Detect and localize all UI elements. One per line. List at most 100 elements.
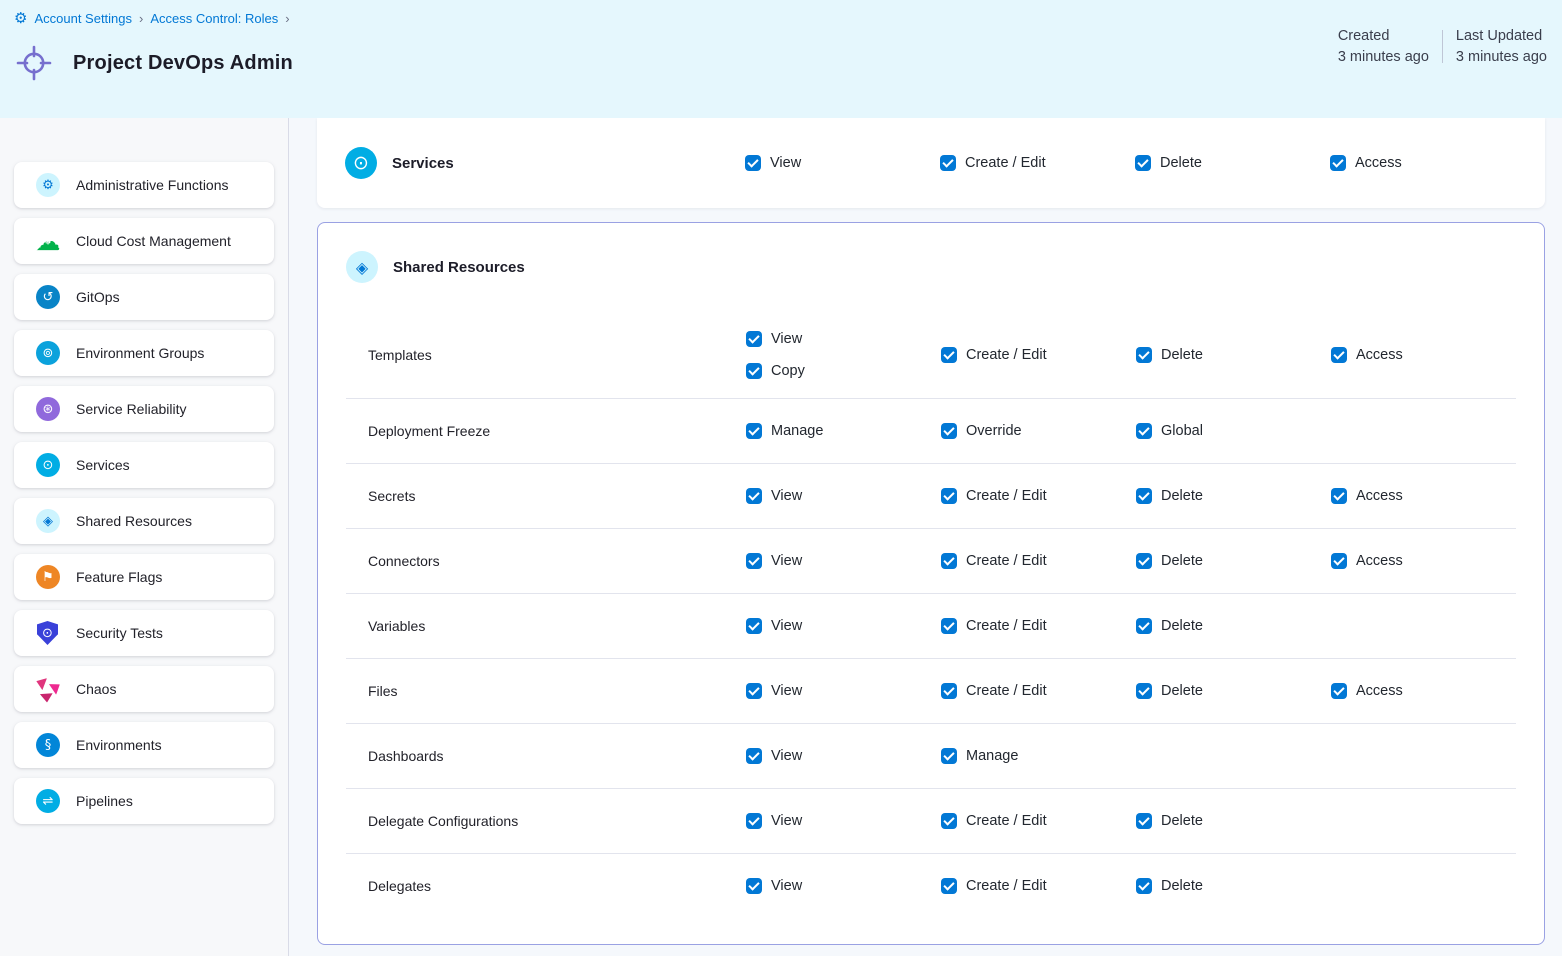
- sidebar-item-administrative-functions[interactable]: ⚙Administrative Functions: [14, 162, 274, 208]
- sidebar-item-cloud-cost-management[interactable]: ☁$Cloud Cost Management: [14, 218, 274, 264]
- permission-view: View: [745, 155, 940, 171]
- permissions-panel: ⊙ Services View Create / Edit Delete Acc…: [289, 118, 1562, 956]
- permission-cell: ViewCopy: [746, 331, 941, 379]
- checkbox-access[interactable]: [1331, 488, 1347, 504]
- checkbox-view[interactable]: [746, 618, 762, 634]
- checkbox-access[interactable]: [1331, 553, 1347, 569]
- checkbox-delete[interactable]: [1136, 618, 1152, 634]
- checkbox-label: Create / Edit: [965, 155, 1046, 171]
- checkbox-label: Create / Edit: [966, 488, 1047, 504]
- sidebar-item-services[interactable]: ⊙Services: [14, 442, 274, 488]
- sidebar-item-environment-groups[interactable]: ⊚Environment Groups: [14, 330, 274, 376]
- checkbox-view[interactable]: [746, 488, 762, 504]
- services-col-4: Access: [1330, 155, 1545, 171]
- sidebar-item-security-tests[interactable]: ⊙Security Tests: [14, 610, 274, 656]
- meta-divider: [1442, 30, 1443, 63]
- chaos-triangle: [46, 680, 61, 695]
- meta-label: Created: [1338, 28, 1429, 44]
- checkbox-manage[interactable]: [941, 748, 957, 764]
- sidebar-item-label: GitOps: [76, 289, 120, 305]
- checkbox-delete[interactable]: [1136, 813, 1152, 829]
- row-label: Files: [368, 683, 746, 699]
- checkbox-create-edit[interactable]: [941, 488, 957, 504]
- checkbox-create-edit[interactable]: [941, 618, 957, 634]
- sidebar-item-label: Environments: [76, 737, 162, 753]
- chaos-triangle: [40, 688, 55, 703]
- permission-cell: Delete: [1136, 813, 1331, 829]
- sidebar-item-service-reliability[interactable]: ⊛Service Reliability: [14, 386, 274, 432]
- services-icon: ⊙: [345, 147, 377, 179]
- checkbox-view[interactable]: [746, 813, 762, 829]
- checkbox-view[interactable]: [746, 748, 762, 764]
- sidebar-item-environments[interactable]: § Environments: [14, 722, 274, 768]
- services-col-2: Create / Edit: [940, 155, 1135, 171]
- permission-cell: Manage: [941, 748, 1136, 764]
- permission-cell: Delete: [1136, 618, 1331, 634]
- sidebar-item-chaos[interactable]: Chaos: [14, 666, 274, 712]
- checkbox-label: Manage: [771, 423, 823, 439]
- shared-resources-card-header: ◈ Shared Resources: [318, 223, 1544, 311]
- permission-row-templates: TemplatesViewCopyCreate / EditDeleteAcce…: [346, 311, 1516, 398]
- shared-resources-rows: TemplatesViewCopyCreate / EditDeleteAcce…: [318, 311, 1544, 918]
- checkbox-create-edit[interactable]: [941, 813, 957, 829]
- checkbox-delete[interactable]: [1136, 553, 1152, 569]
- sidebar-item-feature-flags[interactable]: ⚑Feature Flags: [14, 554, 274, 600]
- shared-resources-icon: ◈: [36, 509, 60, 533]
- security-tests-icon: ⊙: [37, 621, 58, 645]
- environments-icon: §: [36, 733, 60, 757]
- permission-view: View: [746, 813, 941, 829]
- checkbox-create-edit[interactable]: [941, 878, 957, 894]
- settings-gear-icon: ⚙: [14, 11, 27, 26]
- permission-delete: Delete: [1136, 878, 1331, 894]
- checkbox-access[interactable]: [1330, 155, 1346, 171]
- permission-row-secrets: SecretsViewCreate / EditDeleteAccess: [346, 463, 1516, 528]
- sidebar-item-label: Environment Groups: [76, 345, 204, 361]
- checkbox-access[interactable]: [1331, 683, 1347, 699]
- row-label: Templates: [368, 347, 746, 363]
- checkbox-label: View: [771, 813, 802, 829]
- breadcrumb-link-access-control-roles[interactable]: Access Control: Roles: [150, 11, 278, 26]
- checkbox-label: Create / Edit: [966, 878, 1047, 894]
- checkbox-create-edit[interactable]: [941, 553, 957, 569]
- checkbox-create-edit[interactable]: [941, 347, 957, 363]
- checkbox-create-edit[interactable]: [941, 683, 957, 699]
- checkbox-override[interactable]: [941, 423, 957, 439]
- page-title: Project DevOps Admin: [73, 52, 293, 75]
- breadcrumb-link-account-settings[interactable]: Account Settings: [34, 11, 132, 26]
- checkbox-create-edit[interactable]: [940, 155, 956, 171]
- checkbox-label: View: [770, 155, 801, 171]
- permission-cell: Delete: [1136, 878, 1331, 894]
- checkbox-label: View: [771, 878, 802, 894]
- checkbox-delete[interactable]: [1135, 155, 1151, 171]
- row-label: Deployment Freeze: [368, 423, 746, 439]
- checkbox-delete[interactable]: [1136, 347, 1152, 363]
- dollar-glyph: $: [45, 237, 51, 246]
- permission-create-edit: Create / Edit: [941, 553, 1136, 569]
- checkbox-view[interactable]: [746, 878, 762, 894]
- checkbox-view[interactable]: [746, 683, 762, 699]
- checkbox-label: Override: [966, 423, 1022, 439]
- sidebar-item-gitops[interactable]: ↺GitOps: [14, 274, 274, 320]
- checkbox-access[interactable]: [1331, 347, 1347, 363]
- breadcrumb-items: Account Settings›Access Control: Roles›: [34, 11, 289, 26]
- checkbox-delete[interactable]: [1136, 683, 1152, 699]
- permission-access: Access: [1330, 155, 1545, 171]
- checkbox-view[interactable]: [746, 553, 762, 569]
- sidebar-item-shared-resources[interactable]: ◈Shared Resources: [14, 498, 274, 544]
- checkbox-delete[interactable]: [1136, 878, 1152, 894]
- checkbox-copy[interactable]: [746, 363, 762, 379]
- page-header: ⚙ Account Settings›Access Control: Roles…: [0, 0, 1562, 118]
- permission-create-edit: Create / Edit: [941, 618, 1136, 634]
- permission-cell: Create / Edit: [941, 813, 1136, 829]
- sidebar-item-pipelines[interactable]: ⇌Pipelines: [14, 778, 274, 824]
- meta-value: 3 minutes ago: [1338, 49, 1429, 65]
- permission-row-delegate-configurations: Delegate ConfigurationsViewCreate / Edit…: [346, 788, 1516, 853]
- checkbox-view[interactable]: [746, 331, 762, 347]
- services-permission-card: ⊙ Services View Create / Edit Delete Acc…: [317, 118, 1545, 208]
- checkbox-manage[interactable]: [746, 423, 762, 439]
- permission-create-edit: Create / Edit: [941, 813, 1136, 829]
- row-label: Secrets: [368, 488, 746, 504]
- checkbox-delete[interactable]: [1136, 488, 1152, 504]
- checkbox-view[interactable]: [745, 155, 761, 171]
- checkbox-global[interactable]: [1136, 423, 1152, 439]
